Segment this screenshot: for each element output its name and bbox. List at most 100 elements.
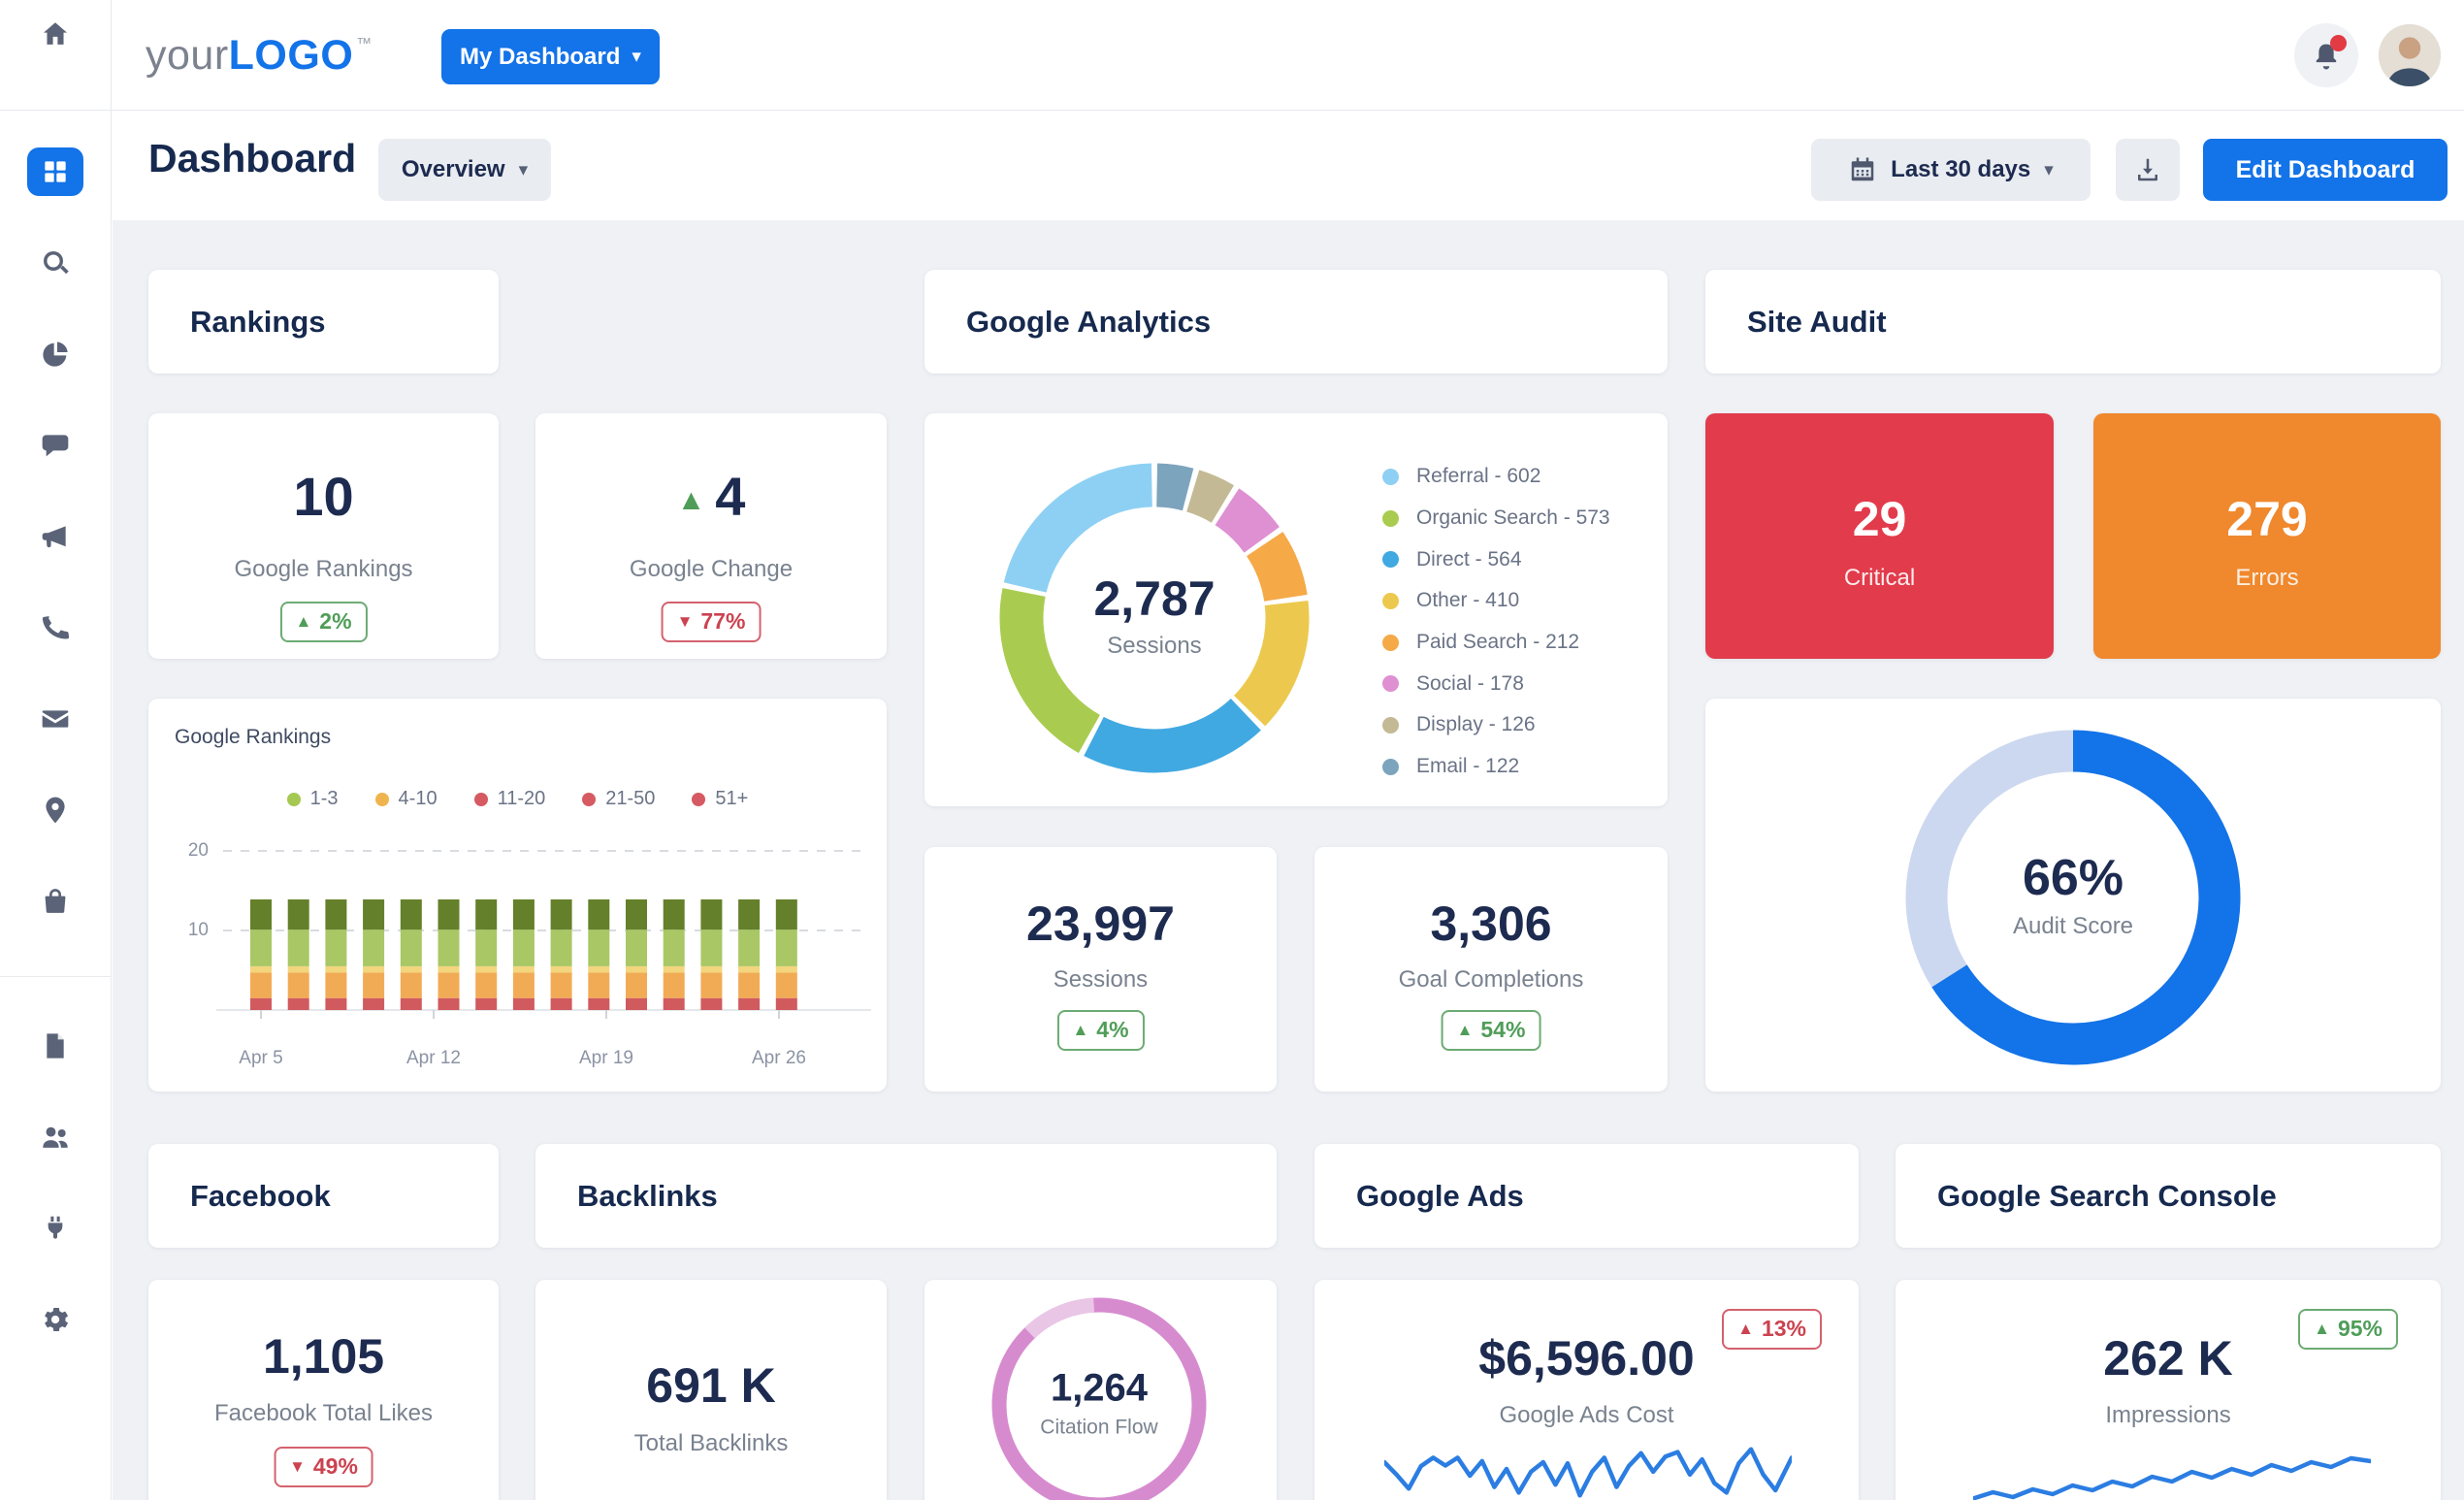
audit-score-card: 66% Audit Score (1705, 699, 2441, 1092)
user-avatar[interactable] (2379, 24, 2441, 86)
legend-dot (1382, 759, 1399, 775)
sidebar-top (0, 0, 111, 111)
donut-segment-email (1157, 485, 1188, 489)
sidebar-divider (0, 976, 112, 977)
logo-prefix: your (146, 32, 229, 80)
donut-center-text: 2,787 Sessions (1093, 571, 1215, 660)
calendar-icon (1848, 155, 1877, 184)
pie-chart-icon (40, 339, 71, 370)
section-label: Backlinks (577, 1179, 718, 1214)
bar (738, 899, 760, 1010)
sidebar-item-document[interactable] (27, 1022, 83, 1070)
ga-channels-card: 2,787 Sessions Referral - 602Organic Sea… (924, 413, 1668, 806)
tile-critical-issues: 29 Critical (1705, 413, 2054, 659)
donut-segment-social (1227, 506, 1262, 539)
stat-card-google-ads-cost: ▲ 13% $6,596.00 Google Ads Cost (1314, 1280, 1859, 1500)
sidebar-item-gear[interactable] (27, 1295, 83, 1344)
my-dashboard-label: My Dashboard (460, 44, 620, 71)
bar (513, 899, 535, 1010)
sidebar-item-users[interactable] (27, 1113, 83, 1161)
delta-value: 4% (1096, 1017, 1128, 1043)
mail-icon (40, 703, 71, 734)
chevron-down-icon: ▾ (632, 48, 641, 66)
donut-segment-organic-search (1021, 593, 1089, 734)
stat-label: Google Ads Cost (1314, 1402, 1859, 1429)
date-range-label: Last 30 days (1891, 156, 2030, 183)
sidebar-item-grid[interactable] (27, 147, 83, 196)
stat-card-total-backlinks: 691 K Total Backlinks (535, 1280, 887, 1500)
my-dashboard-menu-button[interactable]: My Dashboard ▾ (441, 29, 660, 84)
sidebar (0, 0, 112, 1500)
legend-dot (1382, 593, 1399, 609)
stat-card-sessions: 23,997 Sessions ▲ 4% (924, 847, 1277, 1092)
legend-item: Organic Search - 573 (1382, 498, 1610, 539)
bar (626, 899, 647, 1010)
download-report-button[interactable] (2116, 139, 2180, 201)
stat-card-gsc-impressions: ▲ 95% 262 K Impressions (1896, 1280, 2441, 1500)
edit-dashboard-button[interactable]: Edit Dashboard (2203, 139, 2448, 201)
seo-dashboard-app: yourLOGO™ My Dashboard ▾ Dashboard Overv… (0, 0, 2464, 1500)
stat-value: ▲4 (535, 465, 887, 528)
legend-item: Display - 126 (1382, 704, 1610, 746)
sidebar-item-home[interactable] (27, 10, 83, 58)
legend-dot (1382, 551, 1399, 568)
legend-label: Email - 122 (1416, 755, 1519, 778)
section-title-google-search-console: Google Search Console (1896, 1144, 2441, 1248)
sidebar-item-plug[interactable] (27, 1204, 83, 1253)
sidebar-item-phone[interactable] (27, 603, 83, 652)
donut-segment-direct (1094, 714, 1247, 751)
section-title-backlinks: Backlinks (535, 1144, 1277, 1248)
sidebar-item-location-pin[interactable] (27, 786, 83, 834)
notifications-button[interactable] (2294, 23, 2358, 87)
citation-flow-label: Citation Flow (1040, 1417, 1157, 1440)
section-title-facebook: Facebook (148, 1144, 499, 1248)
bar (475, 899, 497, 1010)
stat-card-facebook-likes: 1,105 Facebook Total Likes ▼ 49% (148, 1280, 499, 1500)
ads-cost-sparkline (1384, 1435, 1792, 1500)
bar (325, 899, 346, 1010)
phone-icon (40, 612, 71, 643)
sessions-total-label: Sessions (1093, 633, 1215, 660)
stat-label: Google Change (535, 556, 887, 583)
x-axis-tick: Apr 26 (752, 1048, 806, 1069)
legend-label: Paid Search - 212 (1416, 631, 1579, 654)
section-title-google-analytics: Google Analytics (924, 270, 1668, 374)
sidebar-item-chat[interactable] (27, 421, 83, 470)
stat-value: 3,306 (1314, 896, 1668, 952)
legend-item: Referral - 602 (1382, 456, 1610, 498)
sidebar-item-mail[interactable] (27, 695, 83, 743)
delta-badge: ▼ 49% (274, 1447, 373, 1487)
legend-dot (1382, 510, 1399, 527)
arrow-up-icon: ▲ (677, 484, 706, 516)
audit-score-value: 66% (2013, 849, 2133, 907)
delta-badge: ▲ 54% (1442, 1010, 1541, 1051)
sidebar-item-search[interactable] (27, 239, 83, 287)
sidebar-item-pie-chart[interactable] (27, 330, 83, 378)
logo-trademark: ™ (356, 36, 373, 53)
bar (363, 899, 384, 1010)
section-label: Facebook (190, 1179, 331, 1214)
delta-badge: ▼ 77% (662, 602, 762, 642)
sidebar-item-shopping-bag[interactable] (27, 877, 83, 926)
sidebar-item-megaphone[interactable] (27, 512, 83, 561)
date-range-dropdown[interactable]: Last 30 days ▾ (1811, 139, 2091, 201)
section-label: Google Ads (1356, 1179, 1524, 1214)
section-label: Rankings (190, 305, 326, 340)
stat-label: Impressions (1896, 1402, 2441, 1429)
view-selector-dropdown[interactable]: Overview ▾ (378, 139, 551, 201)
legend-item: Email - 122 (1382, 746, 1610, 788)
google-rankings-chart-card: Google Rankings 1-34-1011-2021-5051+ 20 … (148, 699, 887, 1092)
top-bar: yourLOGO™ My Dashboard ▾ (0, 0, 2464, 111)
gauge-center-text: 66% Audit Score (2013, 849, 2133, 940)
legend-item: Social - 178 (1382, 663, 1610, 704)
edit-dashboard-label: Edit Dashboard (2236, 156, 2415, 184)
legend-dot (1382, 635, 1399, 651)
critical-label: Critical (1705, 565, 2054, 592)
delta-value: 2% (319, 608, 351, 635)
download-icon (2133, 155, 2162, 184)
bar (250, 899, 272, 1010)
stat-label: Goal Completions (1314, 966, 1668, 994)
x-axis-tick: Apr 19 (579, 1048, 633, 1069)
section-label: Site Audit (1747, 305, 1887, 340)
bar (588, 899, 609, 1010)
